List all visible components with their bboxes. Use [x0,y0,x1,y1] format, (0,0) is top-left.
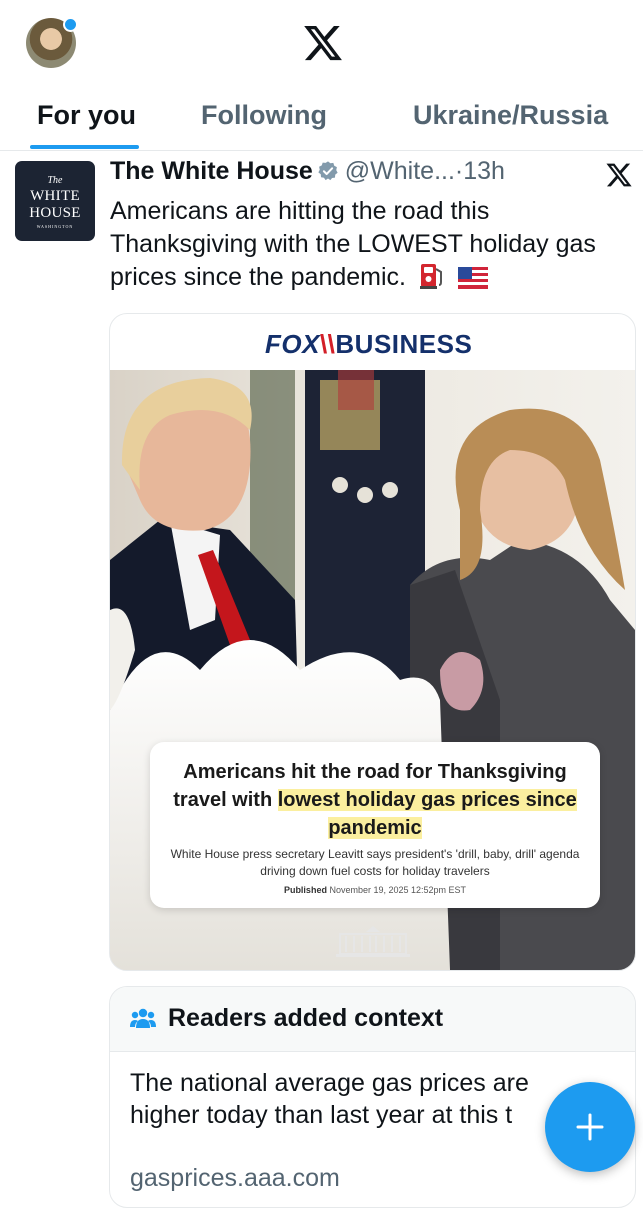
business-logo-text: BUSINESS [335,329,473,359]
tweet-header: The White House @White...·13h [110,157,580,193]
avatar-text-the: The [47,175,63,186]
x-logo-icon[interactable] [302,22,344,64]
tweet[interactable]: The WHITE HOUSE WASHINGTON The White Hou… [0,151,643,1208]
fox-logo-text: FOX [265,329,320,359]
tweet-media-card[interactable]: FOX\\BUSINESS Americans hit the road for… [109,313,636,971]
timeline-tabs: For you Following Ukraine/Russia [0,90,643,151]
published-label: Published [283,885,327,895]
author-name[interactable]: The White House [110,157,313,185]
tab-for-you[interactable]: For you [37,100,136,131]
top-bar [0,0,643,90]
fuel-pump-emoji [419,264,442,289]
avatar-text-house: HOUSE [29,205,81,221]
headline-highlight: lowest holiday gas prices since pandemic [277,789,577,839]
handle-and-time: @White...·13h [344,157,505,185]
tweet-text-body: Americans are hitting the road this Than… [110,197,596,291]
active-tab-indicator [30,145,139,149]
tab-ukraine-russia[interactable]: Ukraine/Russia [413,100,608,131]
grok-icon[interactable] [605,161,633,189]
community-note-header: Readers added context [110,987,635,1052]
community-note-body: The national average gas prices are high… [130,1067,570,1131]
tweet-text: Americans are hitting the road this Than… [110,195,620,294]
compose-plus-icon [576,1113,604,1141]
article-published: Published November 19, 2025 12:52pm EST [160,885,590,895]
community-note-title: Readers added context [168,1004,444,1032]
community-note-line-2: higher today than last year at this t [130,1101,513,1129]
notification-dot [63,17,78,32]
avatar-text-washington: WASHINGTON [36,224,74,229]
readers-icon [130,1008,156,1028]
author-avatar[interactable]: The WHITE HOUSE WASHINGTON [15,161,95,241]
profile-avatar[interactable] [26,17,78,68]
article-headline: Americans hit the road for Thanksgiving … [160,758,590,842]
compose-button[interactable] [545,1082,635,1172]
fox-business-logo: FOX\\BUSINESS [265,329,473,359]
community-note-source-link[interactable]: gasprices.aaa.com [130,1164,340,1193]
us-flag-emoji [457,267,488,289]
published-date: November 19, 2025 12:52pm EST [329,885,467,895]
community-note-line-1: The national average gas prices are [130,1069,529,1097]
verified-badge-icon [318,161,338,181]
tab-following[interactable]: Following [201,100,327,131]
article-subhead: White House press secretary Leavitt says… [170,847,580,878]
white-house-building-icon [336,926,410,957]
avatar-text-white: WHITE [30,188,80,204]
article-headline-card[interactable]: Americans hit the road for Thanksgiving … [150,742,600,908]
